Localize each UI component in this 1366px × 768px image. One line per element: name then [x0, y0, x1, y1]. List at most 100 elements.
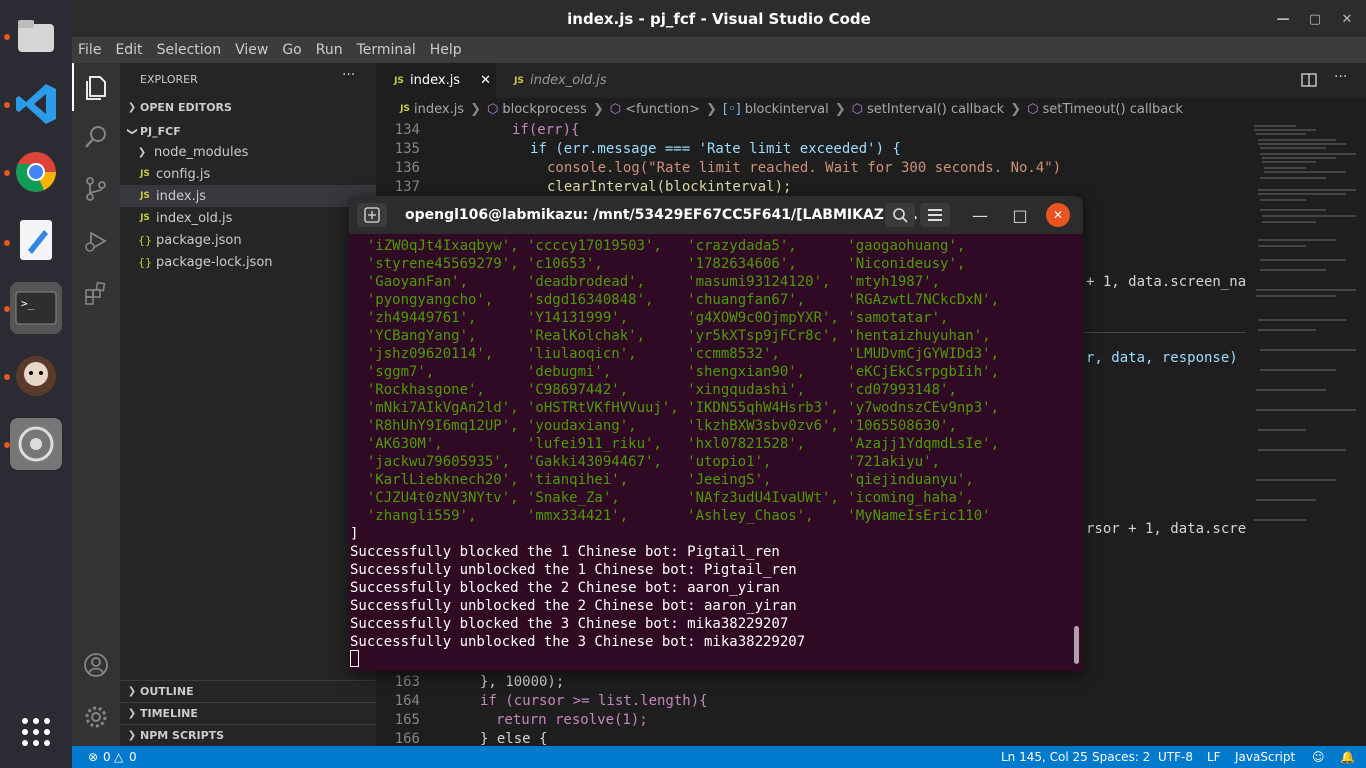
run-debug-icon[interactable]	[72, 217, 120, 265]
menu-edit[interactable]: Edit	[115, 42, 142, 58]
new-tab-icon[interactable]	[357, 203, 387, 227]
menu-run[interactable]: Run	[316, 42, 343, 58]
indentation[interactable]: Spaces: 2	[1092, 750, 1150, 764]
file-index-js[interactable]: JS index.js	[120, 185, 376, 207]
feedback-icon[interactable]: ☺	[1312, 750, 1325, 764]
tab-index-js[interactable]: JS index.js ✕	[376, 63, 496, 98]
terminal-cursor	[350, 650, 359, 667]
open-editors-section[interactable]: ❯ OPEN EDITORS	[120, 96, 376, 118]
errors-icon[interactable]: ⊗	[88, 750, 98, 764]
close-button[interactable]: ✕	[1334, 6, 1360, 32]
search-icon[interactable]	[885, 203, 915, 227]
chrome-app-icon[interactable]	[10, 146, 62, 198]
file-label: node_modules	[154, 144, 249, 160]
menu-selection[interactable]: Selection	[157, 42, 222, 58]
menu-go[interactable]: Go	[282, 42, 301, 58]
file-index-old-js[interactable]: JS index_old.js	[120, 207, 376, 229]
terminal-line: 'CJZU4t0zNV3NYtv', 'Snake_Za', 'NAfz3udU…	[350, 490, 974, 506]
minimap[interactable]	[1246, 120, 1366, 746]
warning-count[interactable]: 0	[129, 750, 137, 764]
close-button[interactable]: ✕	[1046, 203, 1070, 227]
code-fragment: r, data, response) {	[1086, 350, 1246, 366]
error-count[interactable]: 0	[103, 750, 111, 764]
menu-terminal[interactable]: Terminal	[357, 42, 416, 58]
files-app-icon[interactable]	[10, 10, 62, 62]
terminal-line: 'AK630M', 'lufei911_riku', 'hxl07821528'…	[350, 436, 1000, 452]
text-editor-app-icon[interactable]	[10, 214, 62, 266]
code-line: if(err){	[512, 122, 580, 138]
svg-text:>_: >_	[21, 297, 35, 310]
breadcrumb-item[interactable]: setTimeout() callback	[1042, 102, 1182, 117]
line-number: 164	[394, 693, 420, 709]
notifications-bell-icon[interactable]: 🔔	[1340, 750, 1355, 764]
tab-label: index_old.js	[530, 73, 607, 88]
line-ending[interactable]: LF	[1207, 750, 1221, 764]
explorer-icon[interactable]	[72, 63, 120, 111]
js-file-icon: JS	[514, 75, 524, 86]
split-editor-icon[interactable]	[1300, 71, 1318, 89]
cursor-position[interactable]: Ln 145, Col 25	[1001, 750, 1088, 764]
js-file-icon: JS	[140, 191, 150, 201]
file-label: package.json	[156, 232, 242, 248]
more-actions-icon[interactable]: ···	[1334, 69, 1347, 85]
menu-file[interactable]: File	[78, 42, 101, 58]
terminal-output[interactable]: 'iZW0qJt4Ixaqbyw', 'ccccy17019503', 'cra…	[349, 234, 1083, 671]
file-config-js[interactable]: JS config.js	[120, 163, 376, 185]
breadcrumb-item[interactable]: blockinterval	[745, 102, 829, 117]
menu-help[interactable]: Help	[430, 42, 462, 58]
language-mode[interactable]: JavaScript	[1235, 750, 1295, 764]
breadcrumb-item[interactable]: index.js	[414, 102, 464, 117]
divider	[1076, 332, 1246, 333]
encoding[interactable]: UTF-8	[1158, 750, 1193, 764]
line-number: 166	[394, 731, 420, 746]
terminal-line: Successfully unblocked the 3 Chinese bot…	[350, 634, 806, 650]
vscode-app-icon[interactable]	[10, 78, 62, 130]
file-package-lock-json[interactable]: {} package-lock.json	[120, 251, 376, 273]
terminal-line: 'zh49449761', 'Y14131999', 'g4XOW9c0Ojmp…	[350, 310, 949, 326]
accounts-icon[interactable]	[72, 641, 120, 689]
timeline-section[interactable]: ❯ TIMELINE	[120, 702, 376, 724]
terminal-line: 'R8hUhY9I6mq12UP', 'youdaxiang', 'lkzhBX…	[350, 418, 957, 434]
folder-node-modules[interactable]: ❯ node_modules	[120, 141, 376, 163]
breadcrumb-item[interactable]: <function>	[625, 102, 700, 117]
terminal-app-icon[interactable]: >_	[10, 282, 62, 334]
terminal-window[interactable]: opengl106@labmikazu: /mnt/53429EF67CC5F6…	[349, 196, 1083, 671]
minimize-button[interactable]: —	[1270, 6, 1296, 32]
breadcrumb-item[interactable]: setInterval() callback	[867, 102, 1004, 117]
cube-icon: ⬡	[487, 101, 499, 117]
minimize-button[interactable]: —	[965, 203, 995, 227]
explorer-sidebar: EXPLORER ··· ❯ OPEN EDITORS ❯ PJ_FCF ❯ n…	[120, 63, 376, 746]
maximize-button[interactable]: □	[1005, 203, 1035, 227]
game-app-icon[interactable]	[10, 350, 62, 402]
outline-section[interactable]: ❯ OUTLINE	[120, 680, 376, 702]
source-control-icon[interactable]	[72, 165, 120, 213]
tab-index-old-js[interactable]: JS index_old.js	[496, 63, 624, 98]
search-icon[interactable]	[72, 113, 120, 161]
extensions-icon[interactable]	[72, 269, 120, 317]
terminal-header: opengl106@labmikazu: /mnt/53429EF67CC5F6…	[349, 196, 1083, 234]
more-actions-icon[interactable]: ···	[342, 67, 355, 83]
installer-app-icon[interactable]	[10, 418, 62, 470]
npm-scripts-section[interactable]: ❯ NPM SCRIPTS	[120, 724, 376, 746]
terminal-scrollbar[interactable]	[1074, 626, 1079, 664]
breadcrumb-item[interactable]: blockprocess	[502, 102, 586, 117]
window-title: index.js - pj_fcf - Visual Studio Code	[567, 9, 871, 28]
close-tab-icon[interactable]: ✕	[480, 73, 491, 88]
manage-gear-icon[interactable]	[72, 693, 120, 741]
chevron-right-icon: ❯	[705, 101, 717, 117]
chevron-right-icon: ❯	[127, 708, 137, 719]
maximize-button[interactable]: ▢	[1302, 6, 1328, 32]
project-section[interactable]: ❯ PJ_FCF	[120, 120, 376, 142]
js-file-icon: JS	[140, 169, 150, 179]
show-apps-icon[interactable]	[10, 706, 62, 758]
terminal-line: Successfully blocked the 2 Chinese bot: …	[350, 580, 780, 596]
menu-view[interactable]: View	[235, 42, 268, 58]
cube-icon: ⬡	[1027, 101, 1039, 117]
terminal-line: 'GaoyanFan', 'deadbrodead', 'masumi93124…	[350, 274, 941, 290]
js-file-icon: JS	[400, 104, 410, 114]
hamburger-menu-icon[interactable]	[920, 203, 950, 227]
warning-icon[interactable]: △	[114, 750, 123, 764]
file-label: package-lock.json	[156, 254, 273, 270]
file-package-json[interactable]: {} package.json	[120, 229, 376, 251]
code-fragment: rsor + 1, data.screen	[1086, 521, 1246, 537]
